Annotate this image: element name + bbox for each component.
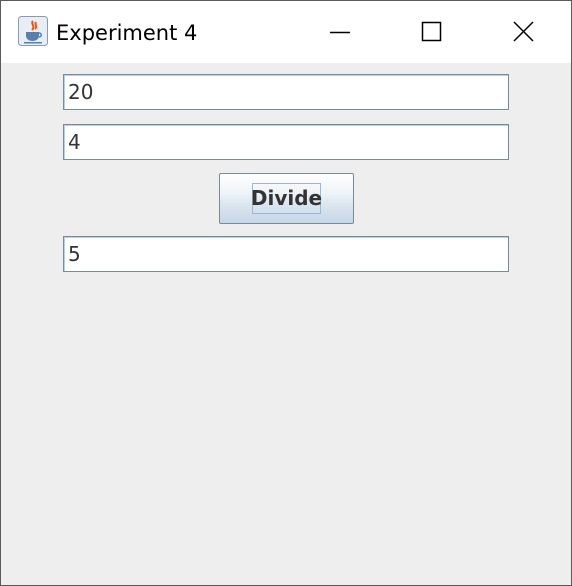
minimize-button[interactable] <box>295 1 385 63</box>
minimize-icon <box>330 31 350 34</box>
maximize-button[interactable] <box>385 1 475 63</box>
java-cup-icon[interactable] <box>18 16 48 46</box>
result-output[interactable] <box>63 236 509 272</box>
app-window: Experiment 4 Divide <box>0 0 572 586</box>
dividend-input[interactable] <box>63 74 509 110</box>
divide-button[interactable]: Divide <box>219 173 354 224</box>
close-button[interactable] <box>478 1 568 63</box>
divisor-input[interactable] <box>63 124 509 160</box>
title-bar[interactable]: Experiment 4 <box>1 1 571 63</box>
maximize-icon <box>421 21 442 42</box>
divide-button-label: Divide <box>250 186 323 210</box>
window-title: Experiment 4 <box>56 21 198 45</box>
close-icon <box>513 21 534 42</box>
